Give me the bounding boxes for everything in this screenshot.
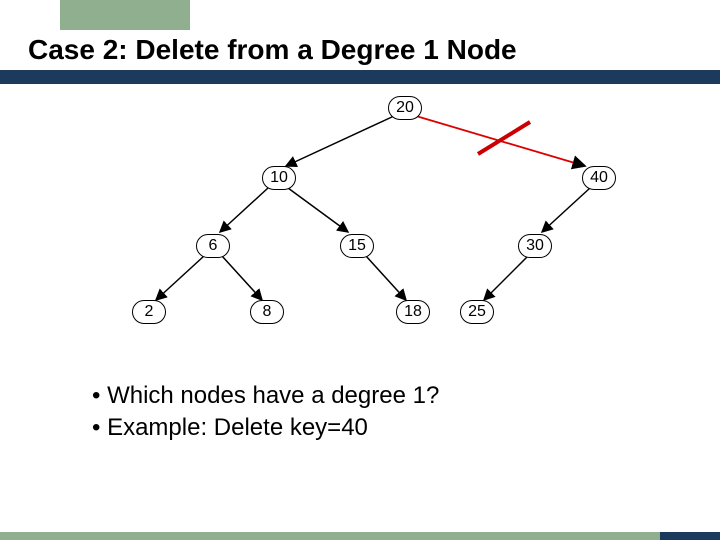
bottom-dark-block	[660, 532, 720, 540]
tree-edges	[0, 84, 720, 364]
title-underline-bar	[0, 70, 720, 84]
tree-node-18: 18	[396, 300, 430, 324]
tree-diagram: 20 10 40 6 15 30 2 8 18 25	[0, 84, 720, 364]
tree-node-20: 20	[388, 96, 422, 120]
slide-title: Case 2: Delete from a Degree 1 Node	[28, 34, 517, 66]
bullet-text: Which nodes have a degree 1?	[107, 382, 439, 409]
bullet-text: Example: Delete key=40	[107, 414, 368, 441]
tree-node-6: 6	[196, 234, 230, 258]
tree-node-30: 30	[518, 234, 552, 258]
tree-node-8: 8	[250, 300, 284, 324]
bottom-accent-bar	[0, 532, 720, 540]
bullet-list: • Which nodes have a degree 1? • Example…	[92, 380, 439, 445]
tree-node-2: 2	[132, 300, 166, 324]
tree-node-10: 10	[262, 166, 296, 190]
tree-node-25: 25	[460, 300, 494, 324]
bullet-item: • Example: Delete key=40	[92, 412, 439, 444]
tree-node-40: 40	[582, 166, 616, 190]
bullet-item: • Which nodes have a degree 1?	[92, 380, 439, 412]
top-accent-block	[60, 0, 190, 30]
tree-node-15: 15	[340, 234, 374, 258]
